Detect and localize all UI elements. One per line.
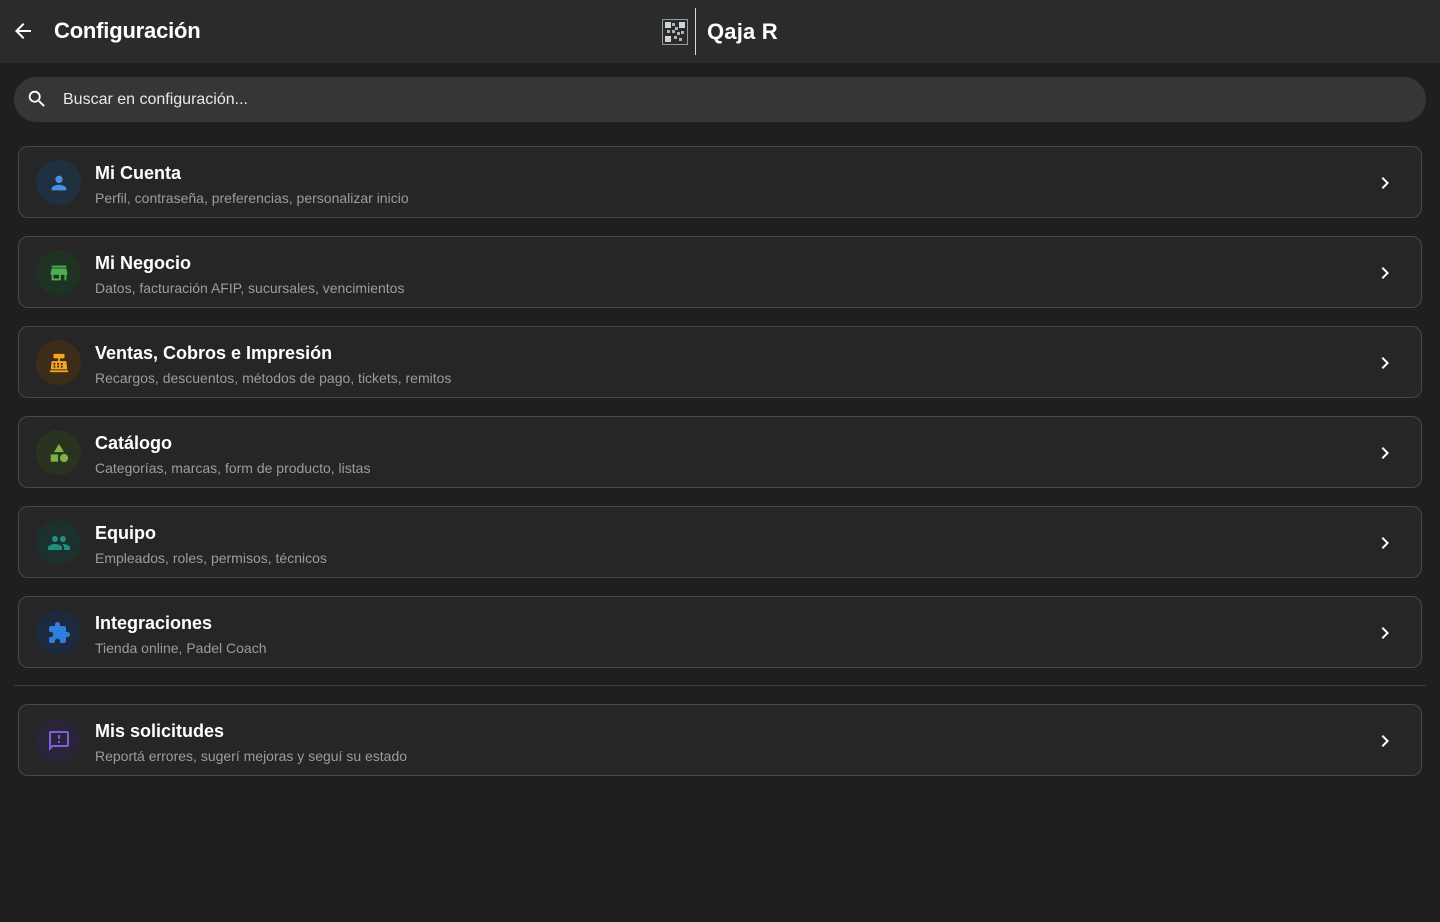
brand-name: Qaja R (707, 18, 778, 44)
item-subtitle: Categorías, marcas, form de producto, li… (95, 460, 371, 476)
brand-logo-icon (662, 18, 688, 45)
person-icon (51, 175, 66, 190)
search-icon (28, 90, 45, 107)
icon-badge (36, 250, 81, 295)
feedback-icon (48, 730, 69, 751)
icon-badge (36, 430, 81, 475)
icon-badge (36, 610, 81, 655)
search-input[interactable] (63, 77, 1403, 122)
settings-item-ventas-cobros-impresion[interactable]: Ventas, Cobros e Impresión Recargos, des… (18, 326, 1422, 398)
item-subtitle: Recargos, descuentos, métodos de pago, t… (95, 370, 452, 386)
chevron-right-icon (1381, 627, 1389, 639)
category-icon (50, 443, 68, 462)
brand: Qaja R (662, 8, 778, 55)
item-title: Mi Negocio (95, 253, 192, 273)
brand-divider (695, 8, 696, 55)
item-title: Integraciones (95, 613, 213, 633)
chevron-right-icon (1381, 447, 1389, 459)
chevron-right-icon (1381, 357, 1389, 369)
icon-badge (36, 160, 81, 205)
page-title: Configuración (54, 18, 201, 43)
settings-item-mi-cuenta[interactable]: Mi Cuenta Perfil, contraseña, preferenci… (18, 146, 1422, 218)
item-subtitle: Reportá errores, sugerí mejoras y seguí … (95, 748, 408, 764)
search-bar (14, 77, 1426, 122)
item-title: Mis solicitudes (95, 721, 225, 741)
icon-badge (36, 520, 81, 565)
settings-item-equipo[interactable]: Equipo Empleados, roles, permisos, técni… (18, 506, 1422, 578)
item-subtitle: Empleados, roles, permisos, técnicos (95, 550, 327, 566)
arrow-back-icon (15, 23, 31, 39)
item-title: Mi Cuenta (95, 163, 182, 183)
store-icon (50, 265, 67, 280)
settings-item-catalogo[interactable]: Catálogo Categorías, marcas, form de pro… (18, 416, 1422, 488)
item-subtitle: Datos, facturación AFIP, sucursales, ven… (95, 280, 405, 296)
section-divider (14, 685, 1426, 686)
cash-register-icon (49, 353, 68, 372)
item-subtitle: Tienda online, Padel Coach (95, 640, 267, 656)
chevron-right-icon (1381, 537, 1389, 549)
item-title: Catálogo (95, 433, 173, 453)
settings-item-integraciones[interactable]: Integraciones Tienda online, Padel Coach (18, 596, 1422, 668)
icon-badge (36, 718, 81, 763)
item-subtitle: Perfil, contraseña, preferencias, person… (95, 190, 409, 206)
item-title: Equipo (95, 523, 156, 543)
settings-item-mis-solicitudes[interactable]: Mis solicitudes Reportá errores, sugerí … (18, 704, 1422, 776)
icon-badge (36, 340, 81, 385)
chevron-right-icon (1381, 735, 1389, 747)
puzzle-icon (48, 621, 70, 643)
app-bar: Configuración Qaja R (0, 0, 1440, 63)
back-button[interactable] (10, 18, 36, 44)
chevron-right-icon (1381, 267, 1389, 279)
chevron-right-icon (1381, 177, 1389, 189)
item-title: Ventas, Cobros e Impresión (95, 343, 333, 363)
settings-item-mi-negocio[interactable]: Mi Negocio Datos, facturación AFIP, sucu… (18, 236, 1422, 308)
people-icon (47, 535, 70, 550)
